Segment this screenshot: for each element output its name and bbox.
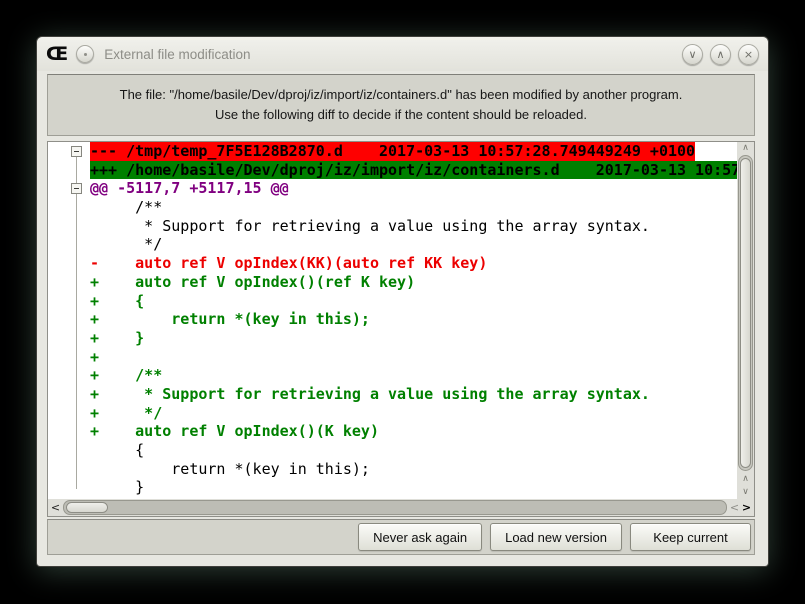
fold-collapse-icon[interactable] bbox=[71, 146, 82, 157]
diff-content: --- /tmp/temp_7F5E128B2870.d 2017-03-13 … bbox=[48, 142, 737, 499]
diff-view[interactable]: --- /tmp/temp_7F5E128B2870.d 2017-03-13 … bbox=[47, 141, 755, 517]
diff-line: + { bbox=[90, 292, 737, 311]
diff-line: + auto ref V opIndex()(K key) bbox=[90, 422, 737, 441]
load-new-version-button[interactable]: Load new version bbox=[490, 523, 622, 551]
chevron-up-icon: ∧ bbox=[716, 49, 724, 60]
horizontal-scrollbar-track[interactable] bbox=[63, 500, 727, 515]
close-icon: × bbox=[744, 49, 753, 60]
scroll-left-icon[interactable]: < bbox=[49, 499, 62, 516]
vertical-scrollbar-thumb[interactable] bbox=[740, 158, 751, 468]
message-line-1: The file: "/home/basile/Dev/dproj/iz/imp… bbox=[120, 85, 683, 105]
fold-gutter[interactable] bbox=[48, 142, 90, 499]
minimize-button[interactable]: ∨ bbox=[682, 44, 703, 65]
button-bar: Never ask again Load new version Keep cu… bbox=[47, 519, 755, 555]
diff-line: + return *(key in this); bbox=[90, 310, 737, 329]
diff-line: + } bbox=[90, 329, 737, 348]
chevron-down-icon: ∨ bbox=[688, 49, 696, 60]
diff-line: +++ /home/basile/Dev/dproj/iz/import/iz/… bbox=[90, 161, 737, 180]
vertical-scrollbar-steppers: ∧ ∨ bbox=[737, 471, 754, 499]
diff-line: /** bbox=[90, 198, 737, 217]
pin-icon bbox=[84, 53, 87, 56]
diff-line: + /** bbox=[90, 366, 737, 385]
scroll-up-icon[interactable]: ∧ bbox=[737, 473, 754, 486]
never-ask-again-button[interactable]: Never ask again bbox=[358, 523, 482, 551]
horizontal-scrollbar-thumb[interactable] bbox=[66, 502, 108, 513]
diff-line: @@ -5117,7 +5117,15 @@ bbox=[90, 179, 737, 198]
diff-line: --- /tmp/temp_7F5E128B2870.d 2017-03-13 … bbox=[90, 142, 737, 161]
diff-line: - auto ref V opIndex(KK)(auto ref KK key… bbox=[90, 254, 737, 273]
keep-current-button[interactable]: Keep current bbox=[630, 523, 751, 551]
app-icon: Œ bbox=[46, 45, 68, 64]
fold-tree-line bbox=[76, 151, 77, 489]
diff-line: + */ bbox=[90, 404, 737, 423]
scroll-down-icon[interactable]: ∨ bbox=[737, 486, 754, 499]
fold-collapse-icon[interactable] bbox=[71, 183, 82, 194]
diff-line: return *(key in this); bbox=[90, 460, 737, 479]
vertical-scrollbar-track[interactable] bbox=[738, 155, 753, 471]
scroll-right-icon[interactable]: > bbox=[740, 499, 753, 516]
message-panel: The file: "/home/basile/Dev/dproj/iz/imp… bbox=[47, 74, 755, 136]
close-button[interactable]: × bbox=[738, 44, 759, 65]
diff-line: + auto ref V opIndex()(ref K key) bbox=[90, 273, 737, 292]
titlebar[interactable]: Œ External file modification ∨ ∧ × bbox=[37, 37, 768, 71]
horizontal-scrollbar[interactable]: < < > bbox=[48, 499, 754, 516]
diff-line: * Support for retrieving a value using t… bbox=[90, 217, 737, 236]
diff-line: + bbox=[90, 348, 737, 367]
window-title: External file modification bbox=[104, 47, 682, 62]
pin-button[interactable] bbox=[76, 45, 94, 63]
diff-line: } bbox=[90, 478, 737, 497]
maximize-button[interactable]: ∧ bbox=[710, 44, 731, 65]
scroll-up-icon[interactable]: ∧ bbox=[737, 142, 754, 155]
diff-line: { bbox=[90, 441, 737, 460]
diff-lines: --- /tmp/temp_7F5E128B2870.d 2017-03-13 … bbox=[90, 142, 737, 499]
diff-line: */ bbox=[90, 235, 737, 254]
dialog-window: Œ External file modification ∨ ∧ × The f… bbox=[36, 36, 769, 567]
window-controls: ∨ ∧ × bbox=[682, 44, 759, 65]
vertical-scrollbar[interactable]: ∧ ∧ ∨ bbox=[737, 142, 754, 499]
diff-line: + * Support for retrieving a value using… bbox=[90, 385, 737, 404]
message-line-2: Use the following diff to decide if the … bbox=[215, 105, 587, 125]
